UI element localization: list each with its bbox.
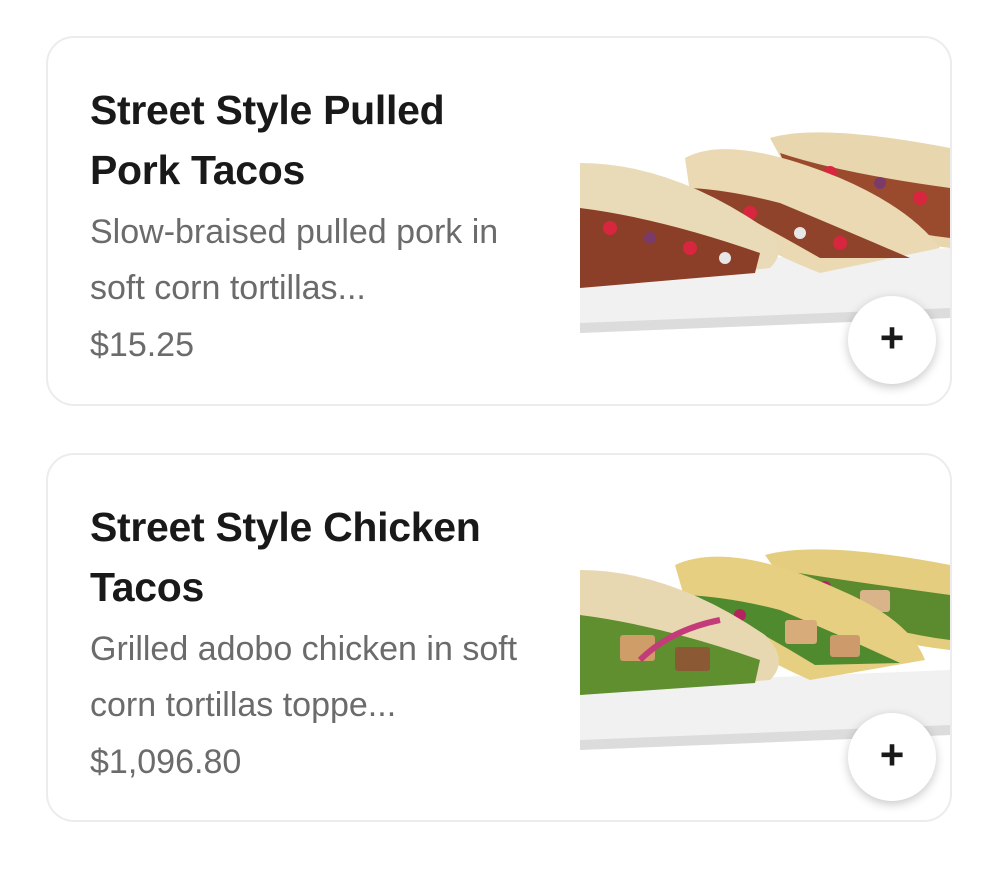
plus-icon: + [879,314,905,361]
add-to-cart-button[interactable]: + [848,713,936,801]
menu-item-card[interactable]: Street Style Pulled Pork Tacos Slow-brai… [46,36,952,406]
menu-item-title: Street Style Chicken Tacos [90,504,481,610]
menu-item-title: Street Style Pulled Pork Tacos [90,87,445,193]
menu-item-description: Grilled adobo chicken in soft corn torti… [90,630,518,724]
add-to-cart-button[interactable]: + [848,296,936,384]
menu-item-card[interactable]: Street Style Chicken Tacos Grilled adobo… [46,453,952,822]
menu-item-description: Slow-braised pulled pork in soft corn to… [90,213,499,307]
menu-item-price: $15.25 [90,326,194,364]
plus-icon: + [879,731,905,778]
menu-item-price: $1,096.80 [90,743,242,781]
